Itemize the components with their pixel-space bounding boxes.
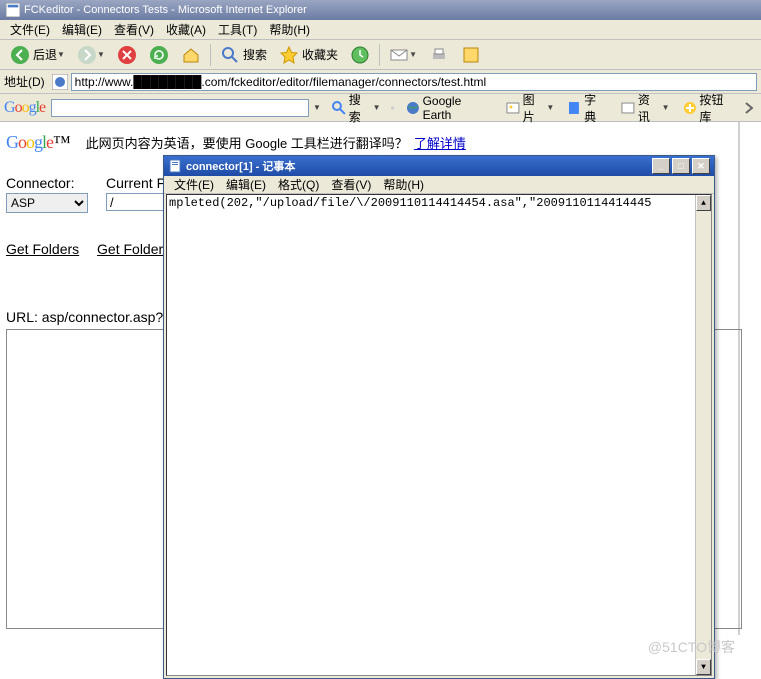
google-earth-button[interactable]: Google Earth xyxy=(401,93,497,123)
menu-tools[interactable]: 工具(T) xyxy=(212,19,263,40)
maximize-button[interactable]: □ xyxy=(672,158,690,174)
watermark: @51CTO博客 xyxy=(648,637,735,657)
scrollbar-vertical[interactable]: ▲ ▼ xyxy=(695,195,711,675)
ie-toolbar: 后退 ▼ ▼ 搜索 收藏夹 ▼ xyxy=(0,40,761,70)
toolbar-separator xyxy=(210,44,211,66)
google-images-button[interactable]: 图片 ▼ xyxy=(501,90,559,126)
ie-menubar: 文件(E) 编辑(E) 查看(V) 收藏(A) 工具(T) 帮助(H) xyxy=(0,20,761,40)
document-icon xyxy=(168,159,182,173)
edit-button[interactable] xyxy=(456,42,486,68)
notepad-menubar: 文件(E) 编辑(E) 格式(Q) 查看(V) 帮助(H) xyxy=(164,176,714,194)
search-icon xyxy=(331,100,347,116)
refresh-icon xyxy=(149,45,169,65)
news-icon xyxy=(620,100,636,116)
mail-button[interactable]: ▼ xyxy=(384,42,422,68)
history-icon xyxy=(350,45,370,65)
current-folder-label: Current F xyxy=(106,175,165,191)
favorites-button[interactable]: 收藏夹 xyxy=(274,42,343,68)
plus-icon xyxy=(682,100,698,116)
chevron-down-icon: ▼ xyxy=(97,50,105,59)
earth-icon xyxy=(405,100,421,116)
google-logo: Google™ xyxy=(6,132,70,153)
google-toolbar: Google ▼ 搜索 ▼ • Google Earth 图片 ▼ 字典 资讯 … xyxy=(0,94,761,122)
window-title: FCKeditor - Connectors Tests - Microsoft… xyxy=(24,4,307,16)
back-button[interactable]: 后退 ▼ xyxy=(5,42,70,68)
forward-button[interactable]: ▼ xyxy=(72,42,110,68)
edit-icon xyxy=(461,45,481,65)
book-icon xyxy=(566,100,582,116)
stop-icon xyxy=(117,45,137,65)
minimize-button[interactable]: _ xyxy=(652,158,670,174)
notepad-window: connector[1] - 记事本 _ □ ✕ 文件(E) 编辑(E) 格式(… xyxy=(163,155,715,679)
np-menu-file[interactable]: 文件(E) xyxy=(168,175,220,194)
notepad-titlebar[interactable]: connector[1] - 记事本 _ □ ✕ xyxy=(164,156,714,176)
history-button[interactable] xyxy=(345,42,375,68)
chevron-down-icon: ▼ xyxy=(662,103,670,112)
toolbar-separator xyxy=(379,44,380,66)
notepad-textarea[interactable]: mpleted(202,"/upload/file/\/200911011441… xyxy=(166,194,712,676)
image-icon xyxy=(505,100,521,116)
print-icon xyxy=(429,45,449,65)
stop-button[interactable] xyxy=(112,42,142,68)
chevron-right-icon[interactable] xyxy=(741,100,757,116)
translate-learn-more[interactable]: 了解详情 xyxy=(414,133,466,152)
home-button[interactable] xyxy=(176,42,206,68)
connector-label: Connector: xyxy=(6,175,106,191)
ie-page-icon xyxy=(52,74,68,90)
chevron-down-icon: ▼ xyxy=(546,103,554,112)
np-menu-view[interactable]: 查看(V) xyxy=(325,175,377,194)
ie-page-icon xyxy=(6,3,20,17)
connector-select[interactable]: ASP xyxy=(6,193,88,213)
menu-edit[interactable]: 编辑(E) xyxy=(56,19,108,40)
menu-view[interactable]: 查看(V) xyxy=(108,19,160,40)
print-button[interactable] xyxy=(424,42,454,68)
chevron-down-icon: ▼ xyxy=(313,103,321,112)
address-input[interactable] xyxy=(71,73,757,91)
google-news-button[interactable]: 资讯 ▼ xyxy=(616,90,674,126)
translate-text: 此网页内容为英语，要使用 Google 工具栏进行翻译吗？ xyxy=(86,133,408,152)
refresh-button[interactable] xyxy=(144,42,174,68)
notepad-content: mpleted(202,"/upload/file/\/200911011441… xyxy=(169,196,651,210)
google-buttons-button[interactable]: 按钮库 xyxy=(678,90,740,126)
search-icon xyxy=(220,45,240,65)
chevron-down-icon: ▼ xyxy=(373,103,381,112)
translate-bar: Google™ 此网页内容为英语，要使用 Google 工具栏进行翻译吗？ 了解… xyxy=(6,128,732,157)
menu-favorites[interactable]: 收藏(A) xyxy=(160,19,212,40)
google-search-button[interactable]: 搜索 ▼ xyxy=(327,90,385,126)
forward-icon xyxy=(77,45,97,65)
google-dict-button[interactable]: 字典 xyxy=(562,90,612,126)
scroll-up-icon[interactable]: ▲ xyxy=(696,195,711,211)
np-menu-format[interactable]: 格式(Q) xyxy=(272,175,325,194)
google-search-input[interactable] xyxy=(51,99,309,117)
address-label: 地址(D) xyxy=(4,73,45,90)
np-menu-edit[interactable]: 编辑(E) xyxy=(220,175,272,194)
np-menu-help[interactable]: 帮助(H) xyxy=(377,175,430,194)
chevron-down-icon: ▼ xyxy=(409,50,417,59)
ie-titlebar: FCKeditor - Connectors Tests - Microsoft… xyxy=(0,0,761,20)
get-folders-link[interactable]: Get Folders xyxy=(6,241,79,257)
back-icon xyxy=(10,45,30,65)
google-logo: Google xyxy=(4,99,45,117)
menu-file[interactable]: 文件(E) xyxy=(4,19,56,40)
mail-icon xyxy=(389,45,409,65)
notepad-title: connector[1] - 记事本 xyxy=(186,158,295,174)
scroll-down-icon[interactable]: ▼ xyxy=(696,659,711,675)
home-icon xyxy=(181,45,201,65)
chevron-down-icon: ▼ xyxy=(57,50,65,59)
menu-help[interactable]: 帮助(H) xyxy=(263,19,316,40)
star-icon xyxy=(279,45,299,65)
current-folder-input[interactable] xyxy=(106,193,164,211)
search-button[interactable]: 搜索 xyxy=(215,42,272,68)
close-button[interactable]: ✕ xyxy=(692,158,710,174)
